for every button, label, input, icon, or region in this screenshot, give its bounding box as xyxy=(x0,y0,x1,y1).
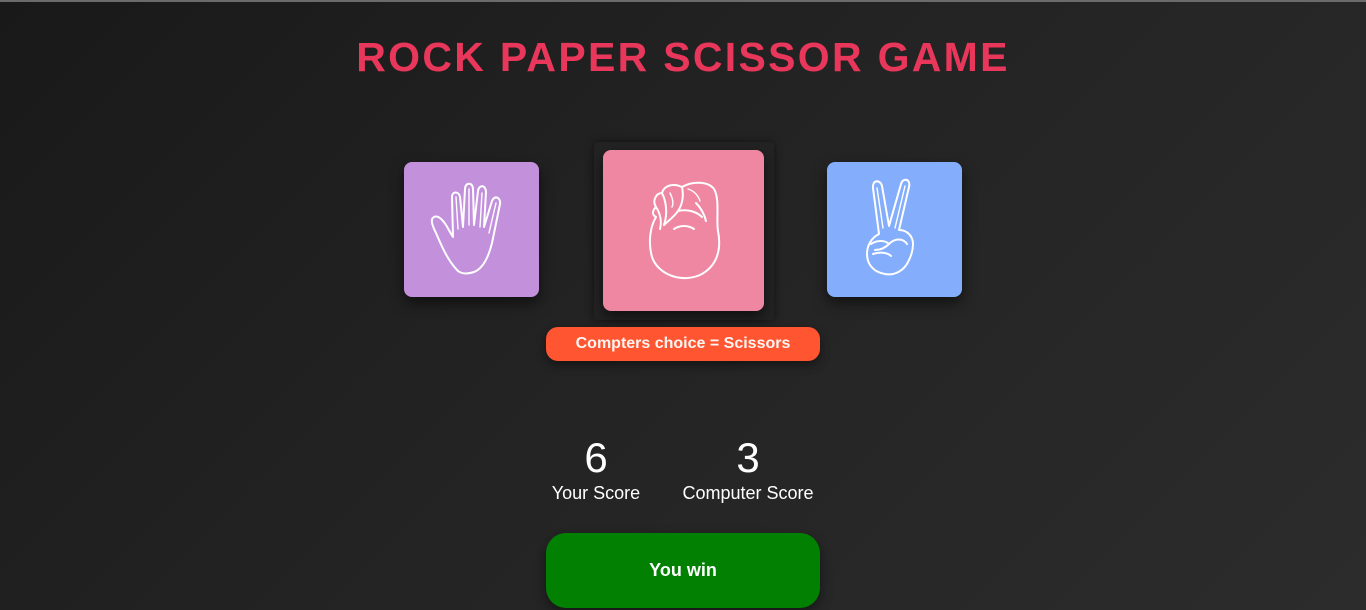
fist-icon xyxy=(634,173,734,288)
paper-choice-button[interactable] xyxy=(404,162,539,297)
computer-score-label: Computer Score xyxy=(682,483,814,503)
computer-choice-text: Compters choice = Scissors xyxy=(575,335,791,352)
open-hand-icon xyxy=(422,175,522,285)
page-title: ROCK PAPER SCISSOR GAME xyxy=(356,34,1010,80)
computer-score-value: 3 xyxy=(736,434,760,481)
user-score-panel: 6 Your Score xyxy=(536,434,656,504)
scissors-choice-button[interactable] xyxy=(827,162,962,297)
rock-choice-button[interactable] xyxy=(603,150,764,311)
computer-score-panel: 3 Computer Score xyxy=(668,434,828,504)
peace-sign-hand-icon xyxy=(855,174,935,286)
user-score-label: Your Score xyxy=(551,483,641,503)
computer-choice-message: Compters choice = Scissors xyxy=(546,327,820,361)
window-top-border xyxy=(0,0,1366,2)
result-message-button[interactable]: You win xyxy=(546,533,820,608)
user-score-value: 6 xyxy=(584,434,608,481)
